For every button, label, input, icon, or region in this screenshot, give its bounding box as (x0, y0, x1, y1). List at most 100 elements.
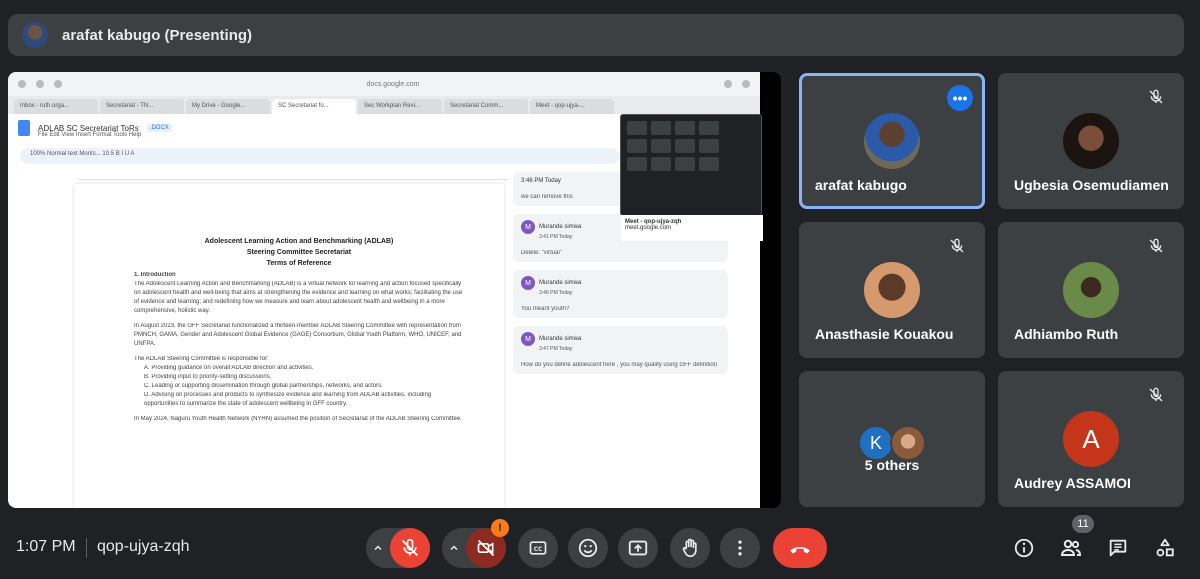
presenting-label: arafat kabugo (Presenting) (62, 26, 253, 44)
doc-heading: Steering Committee Secretariat (246, 249, 352, 256)
mini-meet-preview: Meet - qop-ujya-zqh meet.google.com (620, 114, 763, 241)
participant-name: Ugbesia Osemudiamen (1014, 177, 1169, 193)
browser-tab: My Drive - Google... (186, 99, 270, 114)
docs-toolbar: 100% Normal text Monts... 10.5 B I U A (20, 148, 620, 164)
svg-text:CC: CC (534, 547, 543, 553)
chat-icon (1109, 539, 1127, 557)
participant-tile-arafat[interactable]: ••• arafat kabugo (799, 73, 985, 209)
meeting-code: qop-ujya-zqh (97, 538, 190, 555)
participant-tile-others[interactable]: K 5 others (799, 371, 985, 507)
avatar (890, 425, 926, 461)
presenting-banner: arafat kabugo (Presenting) (8, 14, 1184, 56)
doc-list-item: B. Providing input to priority-setting d… (144, 374, 272, 380)
camera-off-icon (477, 539, 495, 557)
present-screen-icon (628, 540, 648, 556)
avatar: K (858, 425, 894, 461)
participant-name: Adhiambo Ruth (1014, 326, 1119, 342)
mic-off-icon (401, 538, 419, 557)
comment-time: 3:46 PM Today (521, 178, 561, 184)
info-icon (1014, 538, 1034, 558)
comment-author: Murande simwa (539, 280, 582, 286)
chat-button[interactable] (1098, 528, 1138, 568)
more-vert-icon (738, 540, 742, 556)
participant-tile-anasthasie[interactable]: Anasthasie Kouakou (799, 222, 985, 358)
others-avatars: K (858, 425, 926, 461)
camera-warning-badge: ! (491, 519, 509, 537)
others-label: 5 others (864, 457, 920, 473)
comment-avatar: M (521, 276, 535, 290)
avatar (1063, 113, 1119, 169)
doc-heading: Terms of Reference (266, 260, 332, 267)
avatar (864, 262, 920, 318)
doc-paragraph: The ADLAB Steering Committee is responsi… (134, 356, 269, 362)
doc-list-item: C. Leading or supporting dissemination t… (144, 383, 383, 389)
divider (86, 538, 87, 558)
more-options-button[interactable] (720, 528, 760, 568)
participant-name: Audrey ASSAMOI (1014, 475, 1131, 491)
doc-comment: M Murande simwa 3:46 PM Today You meant y… (513, 270, 728, 318)
reactions-button[interactable] (568, 528, 608, 568)
docs-icon (18, 120, 30, 136)
mic-off-icon (945, 234, 969, 258)
present-screen-button[interactable] (618, 528, 658, 568)
browser-address-bar: docs.google.com (8, 72, 760, 96)
activities-icon (1156, 538, 1174, 557)
people-count-badge: 11 (1072, 515, 1094, 533)
browser-tab: SC Secretariat fo... (272, 99, 356, 114)
comment-avatar: M (521, 220, 535, 234)
meeting-details-button[interactable] (1004, 528, 1044, 568)
comment-avatar: M (521, 332, 535, 346)
doc-paragraph: In May 2024, Naguru Youth Health Network… (134, 416, 462, 422)
comment-text: Delete: "virtual" (521, 250, 562, 256)
closed-captions-icon: CC (529, 541, 547, 555)
avatar (1063, 262, 1119, 318)
mic-off-icon (1144, 234, 1168, 258)
doc-list-item: A. Providing guidance on overall ADLAB d… (144, 365, 314, 371)
docs-ruler (78, 170, 508, 180)
browser-tabstrip: Inbox - ruth.orga... Secretariat - TN...… (8, 96, 760, 114)
doc-paragraph: In August 2023, the GFF Secretariat func… (134, 323, 462, 347)
participant-tile-audrey[interactable]: A Audrey ASSAMOI (998, 371, 1184, 507)
browser-tab: Meet - qop-ujya-... (530, 99, 614, 114)
doc-page: Adolescent Learning Action and Benchmark… (74, 184, 504, 508)
comment-time: 3:47 PM Today (539, 346, 573, 352)
comment-time: 3:46 PM Today (539, 290, 573, 296)
people-icon (1060, 539, 1082, 556)
browser-tab: Secretariat - TN... (100, 99, 184, 114)
doc-list-item: D. Advising on processes and products to… (144, 392, 432, 407)
mic-toggle-button[interactable] (390, 528, 430, 568)
chevron-up-icon[interactable] (366, 528, 390, 568)
leave-call-button[interactable] (773, 528, 827, 568)
shared-browser-window: docs.google.com Inbox - ruth.orga... Sec… (8, 72, 763, 508)
chevron-up-icon[interactable] (442, 528, 466, 568)
presenter-avatar (22, 22, 48, 48)
participant-tile-adhiambo[interactable]: Adhiambo Ruth (998, 222, 1184, 358)
more-options-icon[interactable]: ••• (947, 85, 973, 111)
participant-name: arafat kabugo (815, 177, 907, 193)
participant-tile-ugbesia[interactable]: Ugbesia Osemudiamen (998, 73, 1184, 209)
captions-button[interactable]: CC (518, 528, 558, 568)
meeting-clock: 1:07 PM (16, 538, 76, 555)
participant-name: Anasthasie Kouakou (815, 326, 954, 342)
comment-text: You meant youth? (521, 306, 570, 312)
browser-url: docs.google.com (366, 80, 420, 88)
doc-format-badge: .DOCX (146, 124, 172, 132)
mic-off-icon (1144, 85, 1168, 109)
docs-menu-bar: File Edit View Insert Format Tools Help (38, 132, 142, 138)
activities-button[interactable] (1145, 528, 1185, 568)
comment-text: How do you define adolescent here , you … (521, 362, 718, 368)
browser-tab: Inbox - ruth.orga... (14, 99, 98, 114)
browser-tab: Sec Workplan Revi... (358, 99, 442, 114)
mini-meet-sub: meet.google.com (625, 225, 672, 231)
raise-hand-button[interactable] (670, 528, 710, 568)
shared-screen[interactable]: docs.google.com Inbox - ruth.orga... Sec… (8, 72, 781, 508)
emoji-icon (578, 538, 598, 558)
comment-author: Murande simwa (539, 224, 582, 230)
doc-comment: M Murande simwa 3:47 PM Today How do you … (513, 326, 728, 374)
raise-hand-icon (682, 538, 697, 558)
avatar (864, 113, 920, 169)
doc-heading: Adolescent Learning Action and Benchmark… (204, 238, 394, 245)
doc-section: 1. Introduction (134, 272, 176, 278)
browser-tab: Secretariat Comm... (444, 99, 528, 114)
people-button[interactable] (1051, 528, 1091, 568)
